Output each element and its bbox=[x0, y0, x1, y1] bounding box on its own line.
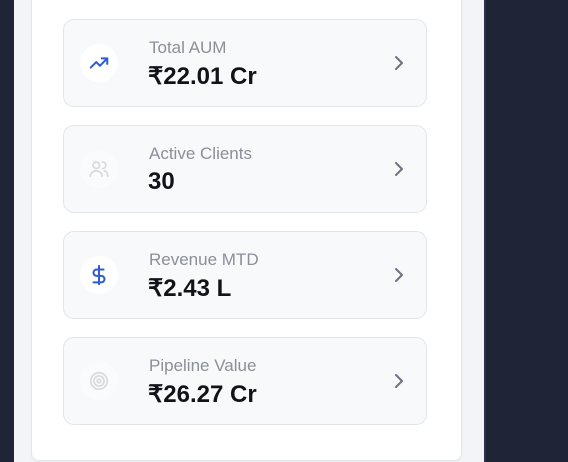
chevron-right-icon bbox=[392, 267, 406, 283]
users-icon bbox=[80, 150, 118, 188]
metric-label: Pipeline Value bbox=[149, 356, 257, 375]
target-icon bbox=[80, 362, 118, 400]
metric-label: Revenue MTD bbox=[149, 250, 259, 269]
chevron-right-icon bbox=[392, 55, 406, 71]
metric-tile-total-aum[interactable]: Total AUM ₹22.01 Cr bbox=[63, 19, 427, 107]
metric-value: ₹22.01 Cr bbox=[148, 63, 257, 90]
metric-tile-active-clients[interactable]: Active Clients 30 bbox=[63, 125, 427, 213]
left-panel-edge bbox=[0, 0, 14, 462]
metric-value: 30 bbox=[148, 168, 175, 195]
chevron-right-icon bbox=[392, 373, 406, 389]
metric-label: Total AUM bbox=[149, 38, 227, 57]
dollar-icon bbox=[80, 256, 118, 294]
panel-divider bbox=[484, 0, 486, 462]
metric-value: ₹26.27 Cr bbox=[148, 381, 257, 408]
chevron-right-icon bbox=[392, 161, 406, 177]
metric-tile-pipeline-value[interactable]: Pipeline Value ₹26.27 Cr bbox=[63, 337, 427, 425]
metric-tile-revenue-mtd[interactable]: Revenue MTD ₹2.43 L bbox=[63, 231, 427, 319]
metric-value: ₹2.43 L bbox=[148, 275, 232, 302]
trending-up-icon bbox=[80, 44, 118, 82]
app-stage: Total AUM ₹22.01 Cr Active Clients 30 Re… bbox=[0, 0, 568, 462]
metric-label: Active Clients bbox=[149, 144, 252, 163]
